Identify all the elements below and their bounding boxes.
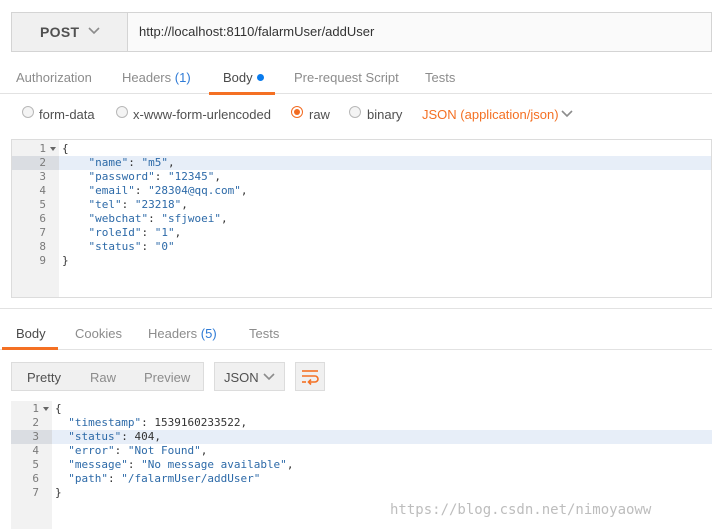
chevron-down-icon: [88, 27, 100, 35]
chevron-down-icon[interactable]: [561, 109, 573, 119]
tab-tests[interactable]: Tests: [425, 70, 455, 85]
format-label: JSON: [224, 370, 259, 385]
code-text: "status": 404,: [68, 430, 161, 443]
code-text: }: [55, 486, 62, 499]
tab-response-headers-label: Headers: [148, 326, 198, 341]
binary-label[interactable]: binary: [367, 107, 402, 122]
code-line[interactable]: 2 "timestamp": 1539160233522,: [11, 416, 712, 430]
tab-headers-count: (1): [174, 70, 191, 85]
code-line[interactable]: 4 "error": "Not Found",: [11, 444, 712, 458]
fold-arrow-icon[interactable]: [50, 147, 56, 151]
tab-response-cookies[interactable]: Cookies: [75, 326, 122, 341]
code-line[interactable]: 6 "webchat": "sfjwoei",: [12, 212, 711, 226]
tab-headers[interactable]: Headers (1): [122, 70, 191, 85]
url-input[interactable]: http://localhost:8110/falarmUser/addUser: [139, 24, 374, 39]
code-text: "name": "m5",: [88, 156, 175, 169]
code-line[interactable]: 4 "email": "28304@qq.com",: [12, 184, 711, 198]
method-label: POST: [40, 24, 80, 40]
tab-pre-request-script[interactable]: Pre-request Script: [294, 70, 399, 85]
code-line[interactable]: 7 "roleId": "1",: [12, 226, 711, 240]
request-url-bar: POST http://localhost:8110/falarmUser/ad…: [11, 12, 712, 52]
code-line[interactable]: 6 "path": "/falarmUser/addUser": [11, 472, 712, 486]
code-text: }: [62, 254, 69, 267]
request-body-editor[interactable]: 1{2 "name": "m5", 3 "password": "12345", 4…: [11, 139, 712, 298]
line-number: 7: [32, 486, 39, 499]
tab-response-tests[interactable]: Tests: [249, 326, 279, 341]
content-type-dropdown[interactable]: JSON (application/json): [422, 107, 559, 122]
watermark-text: https://blog.csdn.net/nimoyaoww: [390, 502, 652, 518]
code-line[interactable]: 8 "status": "0": [12, 240, 711, 254]
code-text: "roleId": "1",: [88, 226, 182, 239]
binary-radio[interactable]: [349, 106, 361, 118]
code-line[interactable]: 5 "message": "No message available",: [11, 458, 712, 472]
line-number: 4: [39, 184, 46, 197]
raw-label[interactable]: raw: [309, 107, 330, 122]
line-number: 3: [39, 170, 46, 183]
preview-button[interactable]: Preview: [144, 370, 190, 385]
line-number: 2: [32, 416, 39, 429]
line-number: 5: [39, 198, 46, 211]
pretty-button[interactable]: Pretty: [12, 363, 78, 390]
line-number: 2: [12, 156, 59, 170]
code-line[interactable]: 5 "tel": "23218",: [12, 198, 711, 212]
method-dropdown[interactable]: POST: [12, 13, 128, 51]
code-line[interactable]: 7}: [11, 486, 712, 500]
urlencoded-radio[interactable]: [116, 106, 128, 118]
code-text: "webchat": "sfjwoei",: [88, 212, 228, 225]
request-tabs: Authorization Headers (1) Body Pre-reque…: [0, 60, 712, 94]
body-modified-dot-icon: [256, 74, 264, 81]
code-text: "error": "Not Found",: [68, 444, 208, 457]
fold-arrow-icon[interactable]: [43, 407, 49, 411]
code-line[interactable]: 9}: [12, 254, 711, 268]
code-text: {: [55, 402, 62, 415]
code-text: "password": "12345",: [88, 170, 221, 183]
raw-button[interactable]: Raw: [90, 370, 116, 385]
active-tab-indicator: [2, 347, 58, 350]
line-number: 8: [39, 240, 46, 253]
tab-response-body[interactable]: Body: [16, 326, 46, 341]
code-text: "timestamp": 1539160233522,: [68, 416, 248, 429]
code-line[interactable]: 2 "name": "m5",: [12, 156, 711, 170]
form-data-radio[interactable]: [22, 106, 34, 118]
wrap-lines-button[interactable]: [295, 362, 325, 391]
code-text: "message": "No message available",: [68, 458, 294, 471]
code-line[interactable]: 1{: [11, 402, 712, 416]
line-number: 3: [11, 430, 52, 444]
tab-body-label: Body: [223, 70, 253, 85]
code-text: "tel": "23218",: [88, 198, 188, 211]
format-dropdown[interactable]: JSON: [214, 362, 285, 391]
line-number: 9: [39, 254, 46, 267]
pretty-label: Pretty: [27, 370, 61, 385]
tab-response-headers[interactable]: Headers (5): [148, 326, 217, 341]
code-line[interactable]: 3 "status": 404,: [11, 430, 712, 444]
raw-radio[interactable]: [291, 106, 303, 118]
response-tabs: Body Cookies Headers (5) Tests: [0, 318, 712, 350]
code-text: {: [62, 142, 69, 155]
form-data-label[interactable]: form-data: [39, 107, 95, 122]
code-text: "path": "/falarmUser/addUser": [68, 472, 261, 485]
tab-authorization[interactable]: Authorization: [16, 70, 92, 85]
code-line[interactable]: 1{: [12, 142, 711, 156]
wrap-lines-icon: [302, 370, 319, 386]
section-divider: [0, 308, 712, 309]
line-number: 4: [32, 444, 39, 457]
code-text: "status": "0": [88, 240, 175, 253]
code-line[interactable]: 3 "password": "12345",: [12, 170, 711, 184]
tab-headers-label: Headers: [122, 70, 172, 85]
line-number: 6: [32, 472, 39, 485]
tab-body[interactable]: Body: [223, 70, 264, 85]
line-number: 7: [39, 226, 46, 239]
line-number: 5: [32, 458, 39, 471]
urlencoded-label[interactable]: x-www-form-urlencoded: [133, 107, 271, 122]
code-text: "email": "28304@qq.com",: [88, 184, 248, 197]
tab-response-headers-count: (5): [200, 326, 217, 341]
line-number: 6: [39, 212, 46, 225]
active-tab-indicator: [209, 92, 275, 95]
chevron-down-icon: [263, 373, 275, 381]
view-mode-group: Pretty Raw Preview: [11, 362, 204, 391]
